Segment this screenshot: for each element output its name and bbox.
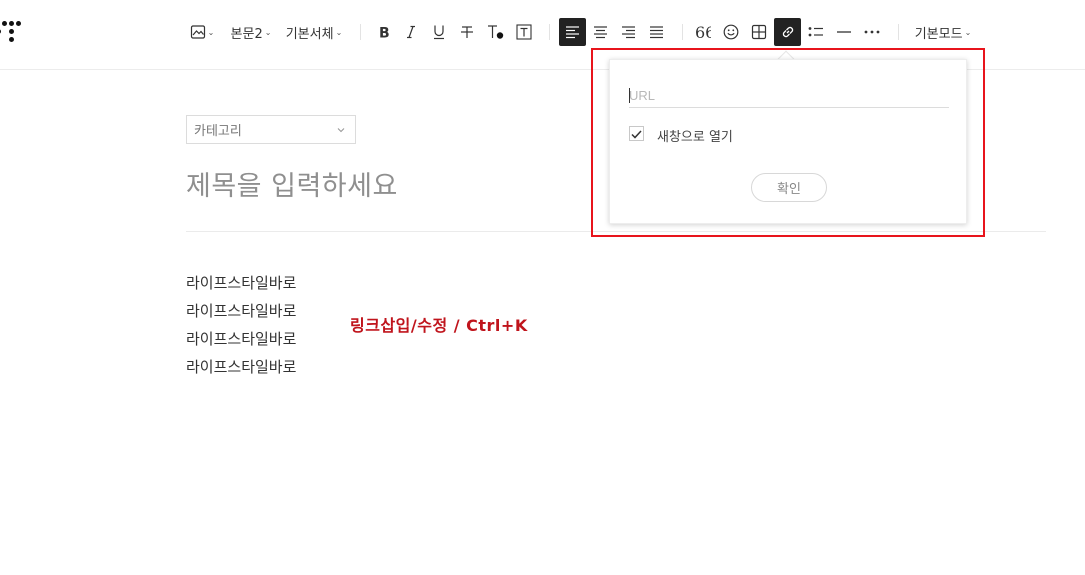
- strikethrough-button[interactable]: [455, 18, 479, 46]
- table-button[interactable]: [747, 18, 771, 46]
- font-family-dropdown[interactable]: 기본서체 ⌄: [283, 18, 345, 46]
- quote-button[interactable]: 66: [691, 18, 715, 46]
- horizontal-line-button[interactable]: [832, 18, 856, 46]
- body-paragraph[interactable]: 라이프스타일바로: [186, 300, 296, 321]
- text-background-icon: [516, 24, 532, 40]
- align-justify-button[interactable]: [644, 18, 668, 46]
- text-color-button[interactable]: [484, 18, 508, 46]
- more-options-button[interactable]: [860, 18, 884, 46]
- link-shortcut-annotation: 링크삽입/수정 / Ctrl+K: [350, 316, 528, 335]
- toolbar-divider: [682, 24, 683, 40]
- paragraph-style-dropdown[interactable]: 본문2 ⌄: [228, 18, 274, 46]
- align-left-icon: [565, 25, 580, 39]
- underline-icon: [432, 24, 446, 40]
- italic-button[interactable]: [399, 18, 423, 46]
- category-placeholder: 카테고리: [194, 124, 242, 139]
- body-paragraph[interactable]: 라이프스타일바로: [186, 356, 296, 377]
- emoticon-button[interactable]: [719, 18, 743, 46]
- svg-text:66: 66: [695, 25, 711, 39]
- chevron-down-icon: ⌄: [335, 27, 343, 37]
- bold-button[interactable]: B: [372, 18, 396, 46]
- toolbar-divider: [549, 24, 550, 40]
- editor-mode-label: 기본모드: [914, 26, 963, 42]
- chevron-down-icon: [336, 124, 346, 139]
- svg-text:B: B: [379, 26, 390, 40]
- category-select[interactable]: 카테고리: [186, 115, 356, 144]
- table-icon: [751, 24, 767, 40]
- editor-mode-dropdown[interactable]: 기본모드 ⌄: [912, 18, 974, 46]
- more-horizontal-icon: [864, 30, 880, 34]
- toolbar-divider: [360, 24, 361, 40]
- chevron-down-icon: ⌄: [207, 27, 215, 37]
- font-family-label: 기본서체: [285, 26, 334, 42]
- underline-button[interactable]: [427, 18, 451, 46]
- align-center-button[interactable]: [588, 18, 612, 46]
- strikethrough-icon: [460, 25, 474, 39]
- chevron-down-icon: ⌄: [264, 27, 272, 37]
- italic-icon: [404, 25, 418, 39]
- align-right-button[interactable]: [616, 18, 640, 46]
- body-paragraph[interactable]: 라이프스타일바로: [186, 272, 296, 293]
- background-color-button[interactable]: [512, 18, 536, 46]
- bullet-list-icon: [808, 25, 824, 39]
- text-color-icon: [487, 24, 505, 40]
- bold-icon: B: [377, 25, 391, 40]
- quote-icon: 66: [695, 25, 711, 39]
- bullet-list-button[interactable]: [804, 18, 828, 46]
- insert-image-button[interactable]: ⌄: [187, 18, 217, 46]
- align-right-icon: [621, 25, 636, 39]
- chevron-down-icon: ⌄: [964, 27, 972, 37]
- insert-link-button[interactable]: [774, 18, 801, 46]
- align-left-button[interactable]: [559, 18, 586, 46]
- align-center-icon: [593, 25, 608, 39]
- highlight-box: [591, 48, 985, 237]
- align-justify-icon: [649, 25, 664, 39]
- paragraph-style-label: 본문2: [230, 26, 263, 42]
- toolbar-divider: [898, 24, 899, 40]
- image-icon: [190, 24, 206, 40]
- post-title-input[interactable]: 제목을 입력하세요: [186, 164, 398, 203]
- horizontal-rule-icon: [836, 30, 852, 34]
- body-paragraph[interactable]: 라이프스타일바로: [186, 328, 296, 349]
- link-icon: [780, 24, 796, 40]
- smiley-icon: [723, 24, 739, 40]
